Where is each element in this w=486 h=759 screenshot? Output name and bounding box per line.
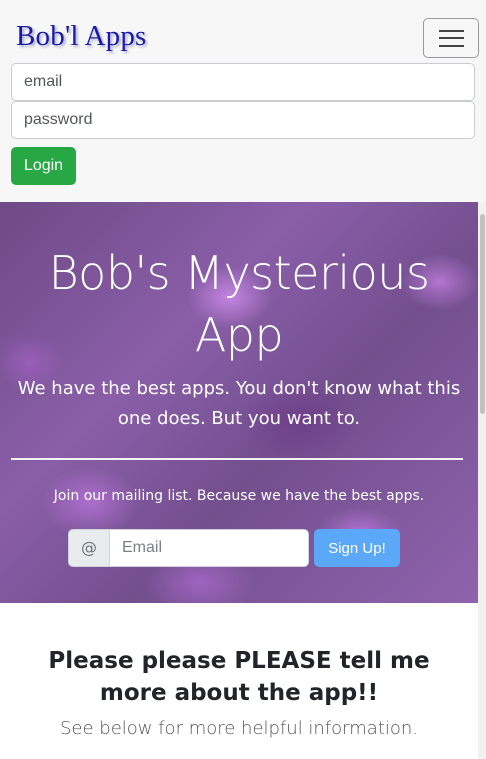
hero-divider [11, 458, 463, 460]
login-button[interactable]: Login [11, 147, 76, 185]
hero-title: Bob's Mysterious App [48, 246, 430, 362]
info-title: Please please PLEASE tell me more about … [48, 648, 430, 706]
mailing-email-input[interactable] [109, 529, 309, 567]
info-subtitle: See below for more helpful information. [59, 718, 419, 739]
brand-logo[interactable]: Bob'l Apps [16, 16, 147, 56]
scrollbar-thumb[interactable] [480, 214, 485, 414]
hero-lead-text: We have the best apps. You don't know wh… [17, 378, 461, 429]
at-sign-icon: @ [68, 529, 110, 567]
navbar: Bob'l Apps Login [0, 0, 486, 202]
hero-jumbotron: Bob's Mysterious App We have the best ap… [0, 202, 478, 603]
password-field[interactable] [11, 101, 475, 139]
navbar-toggler-button[interactable] [423, 18, 479, 58]
mailing-input-group: @ [68, 529, 309, 567]
mailing-list-text: Join our mailing list. Because we have t… [53, 488, 425, 504]
info-section: Please please PLEASE tell me more about … [0, 603, 478, 759]
sign-up-button[interactable]: Sign Up! [314, 529, 400, 567]
email-field[interactable] [11, 63, 475, 101]
